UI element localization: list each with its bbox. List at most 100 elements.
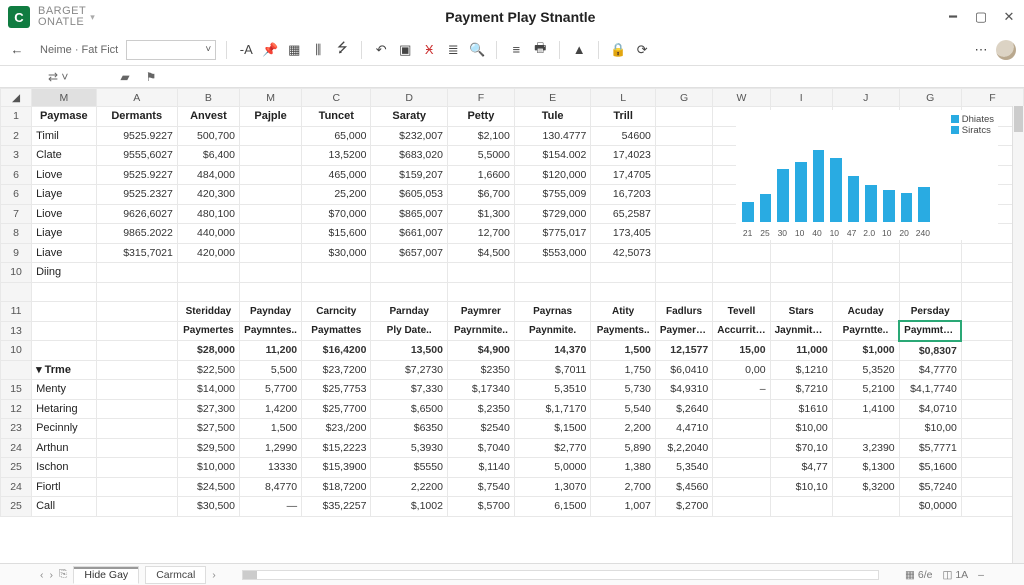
cell[interactable]: 54600 (591, 126, 656, 146)
cell[interactable]: 3,2390 (832, 438, 899, 458)
cell[interactable]: Pajple (240, 107, 302, 127)
cell[interactable] (655, 185, 712, 205)
cell[interactable]: Paymertes (177, 321, 239, 341)
cell[interactable]: 17,4705 (591, 165, 656, 185)
cell[interactable] (713, 477, 770, 497)
cell[interactable] (96, 458, 177, 478)
col-header[interactable]: F (961, 89, 1023, 107)
up-icon[interactable]: ▲ (570, 41, 588, 59)
cell[interactable] (655, 165, 712, 185)
cell[interactable] (832, 263, 899, 283)
cell[interactable] (32, 282, 97, 302)
new-sheet-icon[interactable]: ⎘ (59, 568, 67, 581)
cell[interactable]: $6,700 (447, 185, 514, 205)
cell[interactable]: 1,3070 (514, 477, 590, 497)
cell[interactable]: 420,300 (177, 185, 239, 205)
cell[interactable] (655, 107, 712, 127)
cell[interactable]: 24 (1, 477, 32, 497)
cell[interactable]: 5,0000 (514, 458, 590, 478)
grid-area[interactable]: ◢ M A B M C D F E L G W I J G F (0, 88, 1024, 563)
cell[interactable]: Saraty (371, 107, 447, 127)
cell[interactable]: 24 (1, 438, 32, 458)
col-header[interactable]: D (371, 89, 447, 107)
cell[interactable] (96, 282, 177, 302)
cell[interactable]: 16,7203 (591, 185, 656, 205)
cell[interactable] (96, 360, 177, 380)
col-header[interactable]: E (514, 89, 590, 107)
cell[interactable] (713, 282, 770, 302)
cell[interactable]: $6,400 (177, 146, 239, 166)
cell[interactable] (240, 204, 302, 224)
col-header[interactable]: G (899, 89, 961, 107)
cell[interactable]: $120,000 (514, 165, 590, 185)
cell[interactable]: 9555,6027 (96, 146, 177, 166)
cell[interactable]: Jaynmites.. (770, 321, 832, 341)
cell[interactable] (713, 243, 770, 263)
cell[interactable]: Clate (32, 146, 97, 166)
chart-line-icon[interactable]: ⭍ (333, 41, 351, 59)
cell[interactable]: $2,770 (514, 438, 590, 458)
cell[interactable] (240, 243, 302, 263)
flag-icon[interactable]: ⚑ (146, 70, 157, 84)
cell[interactable]: $25,7753 (302, 380, 371, 400)
cell[interactable]: 13330 (240, 458, 302, 478)
cell[interactable]: 23 (1, 419, 32, 439)
cell[interactable] (655, 126, 712, 146)
cell[interactable]: 1,380 (591, 458, 656, 478)
cell[interactable]: Tule (514, 107, 590, 127)
cell[interactable]: 5,3930 (371, 438, 447, 458)
cell[interactable]: $27,500 (177, 419, 239, 439)
cell[interactable]: 5,3510 (514, 380, 590, 400)
cell[interactable] (240, 185, 302, 205)
cell[interactable]: 25 (1, 458, 32, 478)
cell[interactable]: Arthun (32, 438, 97, 458)
cell[interactable]: $15,2223 (302, 438, 371, 458)
cell[interactable]: $159,207 (371, 165, 447, 185)
cell[interactable]: $,2700 (655, 497, 712, 517)
cell[interactable]: $657,007 (371, 243, 447, 263)
embedded-chart[interactable]: Dhiates Siratcs 212530104010472.01020240 (736, 110, 998, 240)
cell[interactable] (96, 497, 177, 517)
cell[interactable]: Liaye (32, 224, 97, 244)
font-decrease-icon[interactable]: -A (237, 41, 255, 59)
name-box[interactable]: ˅ (126, 40, 216, 60)
cell[interactable]: 6 (1, 185, 32, 205)
cell[interactable]: Liaye (32, 185, 97, 205)
cell[interactable]: 1,6600 (447, 165, 514, 185)
cell[interactable] (770, 263, 832, 283)
cell[interactable]: $729,000 (514, 204, 590, 224)
cell[interactable]: $661,007 (371, 224, 447, 244)
cell[interactable]: $154.002 (514, 146, 590, 166)
cell[interactable]: Payrnas (514, 302, 590, 322)
close-button[interactable]: ✕ (1002, 10, 1016, 24)
cell[interactable] (1, 360, 32, 380)
cell[interactable]: Liave (32, 243, 97, 263)
cell[interactable]: 2,200 (591, 419, 656, 439)
cell[interactable]: $23,/200 (302, 419, 371, 439)
table-icon[interactable]: ▦ (285, 41, 303, 59)
cell[interactable]: Steridday (177, 302, 239, 322)
cell[interactable]: 5,890 (591, 438, 656, 458)
cell[interactable]: $,1500 (514, 419, 590, 439)
cell[interactable]: Call (32, 497, 97, 517)
cell[interactable]: 1,4100 (832, 399, 899, 419)
cell[interactable]: $10,000 (177, 458, 239, 478)
cell[interactable]: 0,00 (713, 360, 770, 380)
cell[interactable]: 1 (1, 107, 32, 127)
cell[interactable]: Paymattes (302, 321, 371, 341)
cell[interactable] (447, 282, 514, 302)
cell[interactable]: Persday (899, 302, 961, 322)
cell[interactable]: $35,2257 (302, 497, 371, 517)
cell[interactable]: $5,7240 (899, 477, 961, 497)
cell[interactable]: Dermants (96, 107, 177, 127)
cell[interactable]: 2,2200 (371, 477, 447, 497)
cell[interactable] (713, 399, 770, 419)
lock-icon[interactable]: 🔒 (609, 41, 627, 59)
col-header[interactable]: G (655, 89, 712, 107)
cell[interactable]: Ply Date.. (371, 321, 447, 341)
cell[interactable] (832, 282, 899, 302)
cell[interactable] (713, 419, 770, 439)
cell[interactable] (832, 419, 899, 439)
cell[interactable]: $4,0710 (899, 399, 961, 419)
cell[interactable] (32, 341, 97, 361)
